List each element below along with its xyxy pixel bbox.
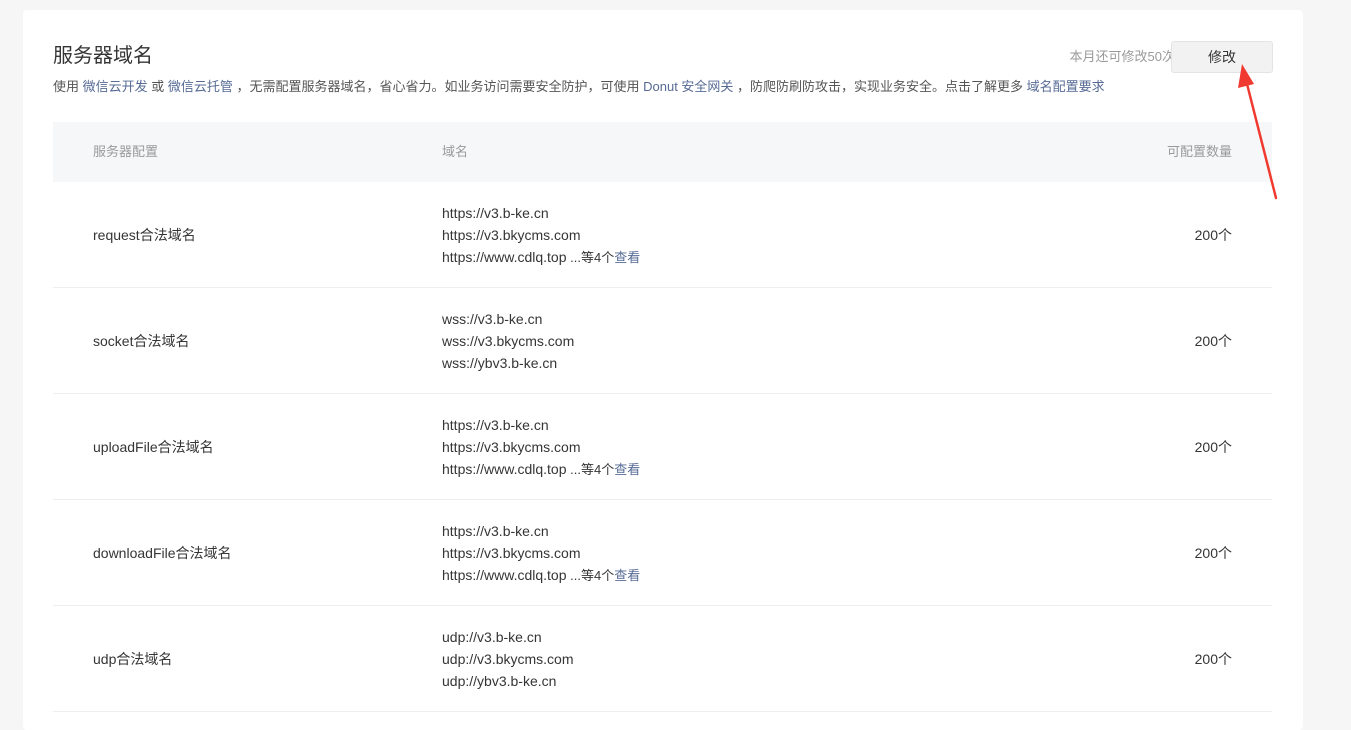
cloud-hosting-link[interactable]: 微信云托管 xyxy=(168,79,233,94)
donut-gateway-link[interactable]: Donut 安全网关 xyxy=(643,79,733,94)
desc-text-2: 或 xyxy=(147,79,168,94)
domain-text: https://www.cdlq.top xyxy=(442,461,567,477)
row-domains: wss://v3.b-ke.cn wss://v3.bkycms.com wss… xyxy=(442,308,574,374)
table-row: downloadFile合法域名 https://v3.b-ke.cn http… xyxy=(53,500,1272,606)
domain-table: 服务器配置 域名 可配置数量 request合法域名 https://v3.b-… xyxy=(53,122,1272,712)
row-count: 200个 xyxy=(1194,227,1232,243)
table-header: 服务器配置 域名 可配置数量 xyxy=(53,122,1272,182)
domain-text: https://www.cdlq.top xyxy=(442,567,567,583)
domain-text: https://www.cdlq.top xyxy=(442,249,567,265)
view-more-link[interactable]: 查看 xyxy=(614,250,640,265)
row-config-name: downloadFile合法域名 xyxy=(93,545,232,561)
row-config-name: uploadFile合法域名 xyxy=(93,439,214,455)
domain-item: udp://v3.b-ke.cn xyxy=(442,629,542,645)
more-count: ...等4个 xyxy=(566,250,615,265)
modify-button[interactable]: 修改 xyxy=(1171,41,1273,73)
header-config: 服务器配置 xyxy=(93,144,159,159)
modify-quota-text: 本月还可修改50次 xyxy=(1069,49,1175,64)
more-count: ...等4个 xyxy=(566,462,615,477)
row-config-name: socket合法域名 xyxy=(93,333,190,349)
row-count: 200个 xyxy=(1194,545,1232,561)
domain-item: wss://v3.b-ke.cn xyxy=(442,311,543,327)
row-domains: https://v3.b-ke.cn https://v3.bkycms.com… xyxy=(442,414,640,481)
domain-item: https://www.cdlq.top ...等4个查看 xyxy=(442,564,640,587)
domain-item: https://v3.bkycms.com xyxy=(442,545,581,561)
row-count: 200个 xyxy=(1194,333,1232,349)
domain-item: wss://ybv3.b-ke.cn xyxy=(442,355,558,371)
row-count: 200个 xyxy=(1194,651,1232,667)
table-row: uploadFile合法域名 https://v3.b-ke.cn https:… xyxy=(53,394,1272,500)
row-config-name: request合法域名 xyxy=(93,227,196,243)
table-row: request合法域名 https://v3.b-ke.cn https://v… xyxy=(53,182,1272,288)
row-domains: https://v3.b-ke.cn https://v3.bkycms.com… xyxy=(442,202,640,269)
row-config-name: udp合法域名 xyxy=(93,651,173,667)
header-count: 可配置数量 xyxy=(1166,144,1232,159)
domain-item: https://www.cdlq.top ...等4个查看 xyxy=(442,246,640,269)
domain-item: https://v3.bkycms.com xyxy=(442,439,581,455)
domain-item: https://www.cdlq.top ...等4个查看 xyxy=(442,458,640,481)
domain-item: https://v3.b-ke.cn xyxy=(442,417,549,433)
table-row: socket合法域名 wss://v3.b-ke.cn wss://v3.bky… xyxy=(53,288,1272,394)
desc-text-1: 使用 xyxy=(53,79,83,94)
server-domain-card: 服务器域名 使用 微信云开发 或 微信云托管 ，无需配置服务器域名，省心省力。如… xyxy=(23,10,1303,730)
domain-item: udp://v3.bkycms.com xyxy=(442,651,574,667)
domain-requirements-link[interactable]: 域名配置要求 xyxy=(1027,79,1105,94)
desc-text-4: ，防爬防刷防攻击，实现业务安全。点击了解更多 xyxy=(733,79,1027,94)
page-title: 服务器域名 xyxy=(53,45,153,67)
domain-item: udp://ybv3.b-ke.cn xyxy=(442,673,557,689)
header-domain: 域名 xyxy=(442,144,469,159)
domain-item: https://v3.bkycms.com xyxy=(442,227,581,243)
view-more-link[interactable]: 查看 xyxy=(614,462,640,477)
domain-item: https://v3.b-ke.cn xyxy=(442,523,549,539)
row-domains: https://v3.b-ke.cn https://v3.bkycms.com… xyxy=(442,520,640,587)
table-row: udp合法域名 udp://v3.b-ke.cn udp://v3.bkycms… xyxy=(53,606,1272,712)
description: 使用 微信云开发 或 微信云托管 ，无需配置服务器域名，省心省力。如业务访问需要… xyxy=(53,78,1105,96)
row-domains: udp://v3.b-ke.cn udp://v3.bkycms.com udp… xyxy=(442,626,574,692)
domain-item: https://v3.b-ke.cn xyxy=(442,205,549,221)
view-more-link[interactable]: 查看 xyxy=(614,568,640,583)
desc-text-3: ，无需配置服务器域名，省心省力。如业务访问需要安全防护，可使用 xyxy=(232,79,644,94)
more-count: ...等4个 xyxy=(566,568,615,583)
row-count: 200个 xyxy=(1194,439,1232,455)
domain-item: wss://v3.bkycms.com xyxy=(442,333,575,349)
cloud-dev-link[interactable]: 微信云开发 xyxy=(83,79,148,94)
